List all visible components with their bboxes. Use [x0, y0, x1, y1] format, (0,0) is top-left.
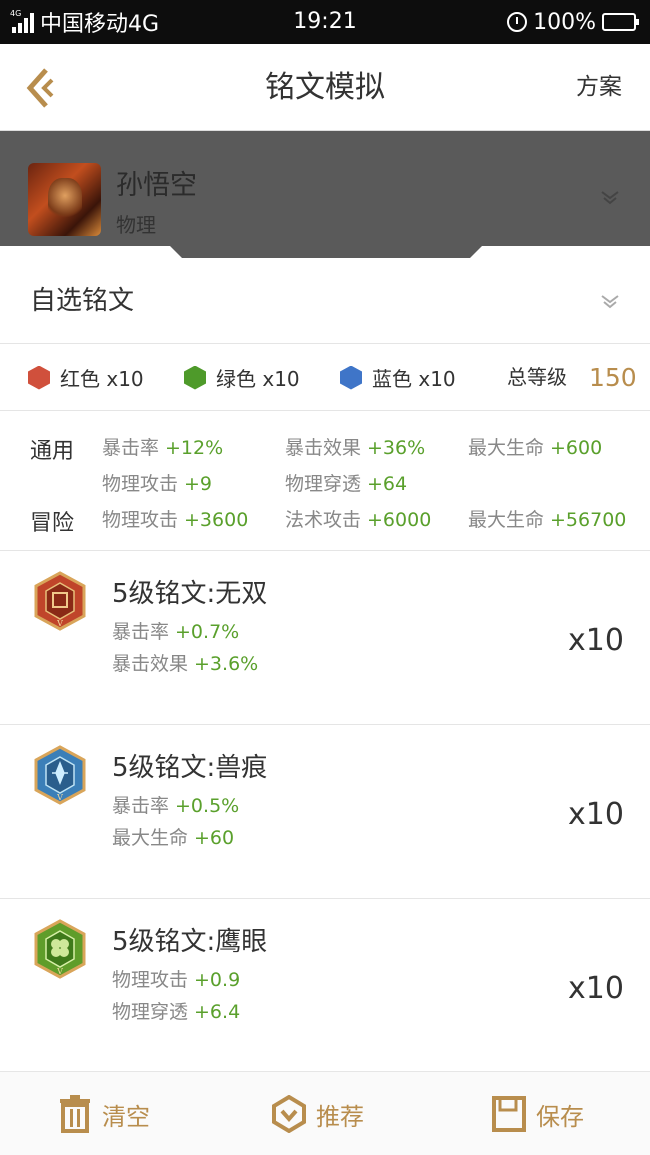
general-stat: 物理穿透 +64: [285, 473, 408, 495]
title-bar: 铭文模拟 方案: [0, 44, 650, 131]
blue-rune-icon: V: [34, 745, 86, 805]
chevron-down-icon: [601, 295, 619, 309]
rune-stat: 暴击率 +0.7%: [112, 621, 240, 643]
recommend-button[interactable]: 推荐: [272, 1072, 364, 1155]
adventure-stat: 法术攻击 +6000: [285, 509, 432, 531]
save-icon: [492, 1096, 526, 1132]
stats-summary: 通用 冒险 暴击率 +12% 暴击效果 +36% 最大生命 +600 物理攻击 +9 物…: [0, 411, 650, 551]
rune-stat: 物理攻击 +0.9: [112, 969, 241, 991]
clear-label: 清空: [102, 1102, 150, 1131]
red-hexagon-icon: [28, 365, 50, 390]
svg-text:V: V: [56, 793, 63, 802]
blue-count-label: 蓝色 x10: [372, 367, 456, 391]
adventure-stat: 物理攻击 +3600: [102, 509, 249, 531]
green-hexagon-icon: [184, 365, 206, 390]
clear-button[interactable]: 清空: [58, 1072, 150, 1155]
custom-rune-label: 自选铭文: [30, 286, 135, 316]
trash-icon: [60, 1095, 90, 1133]
custom-rune-row[interactable]: 自选铭文: [0, 258, 650, 344]
rune-title: 5级铭文:鹰眼: [112, 927, 268, 957]
alarm-icon: [507, 12, 528, 32]
battery-icon: [602, 13, 639, 31]
general-label: 通用: [30, 439, 75, 464]
svg-text:V: V: [56, 619, 63, 628]
rune-count: x10: [568, 623, 624, 658]
svg-text:V: V: [56, 967, 63, 976]
plan-button[interactable]: 方案: [576, 44, 622, 131]
rune-count: x10: [568, 971, 624, 1006]
recommend-label: 推荐: [316, 1102, 364, 1131]
hero-type: 物理: [116, 213, 156, 237]
rune-title: 5级铭文:无双: [112, 579, 268, 609]
general-stat: 暴击率 +12%: [102, 437, 224, 459]
battery-percent: 100%: [533, 9, 596, 35]
status-bar: 4G 中国移动4G 19:21 100%: [0, 0, 650, 44]
hero-name: 孙悟空: [116, 170, 197, 201]
green-count-label: 绿色 x10: [216, 367, 300, 391]
rune-card[interactable]: V 5级铭文:无双 暴击率 +0.7% 暴击效果 +3.6% x10: [0, 551, 650, 725]
red-rune-icon: V: [34, 571, 86, 631]
rune-card[interactable]: V 5级铭文:兽痕 暴击率 +0.5% 最大生命 +60 x10: [0, 725, 650, 899]
rune-stat: 物理穿透 +6.4: [112, 1001, 241, 1023]
color-summary: 红色 x10 绿色 x10 蓝色 x10 总等级 150: [0, 344, 650, 411]
general-stat: 暴击效果 +36%: [285, 437, 426, 459]
total-level-value: 150: [589, 363, 637, 392]
rune-title: 5级铭文:兽痕: [112, 753, 268, 783]
page-title: 铭文模拟: [265, 70, 385, 105]
adventure-stat: 最大生命 +56700: [468, 509, 627, 531]
hero-notch: [0, 246, 650, 258]
status-right: 100%: [507, 0, 639, 44]
save-label: 保存: [536, 1102, 584, 1131]
rune-stat: 最大生命 +60: [112, 827, 235, 849]
chevron-down-icon[interactable]: [600, 190, 620, 206]
rune-stat: 暴击效果 +3.6%: [112, 653, 259, 675]
red-count-label: 红色 x10: [60, 367, 144, 391]
general-stat: 物理攻击 +9: [102, 473, 213, 495]
bottom-toolbar: 清空 推荐 保存: [0, 1071, 650, 1155]
save-button[interactable]: 保存: [492, 1072, 584, 1155]
hero-avatar[interactable]: [28, 163, 101, 236]
green-rune-icon: V: [34, 919, 86, 979]
rune-stat: 暴击率 +0.5%: [112, 795, 240, 817]
rune-count: x10: [568, 797, 624, 832]
rune-card[interactable]: V 5级铭文:鹰眼 物理攻击 +0.9 物理穿透 +6.4 x10: [0, 899, 650, 1073]
red-count: 红色 x10: [28, 344, 144, 411]
recommend-icon: [272, 1095, 306, 1133]
blue-count: 蓝色 x10: [340, 344, 456, 411]
general-stat: 最大生命 +600: [468, 437, 603, 459]
green-count: 绿色 x10: [184, 344, 300, 411]
blue-hexagon-icon: [340, 365, 362, 390]
total-level-label: 总等级: [507, 365, 567, 389]
adventure-label: 冒险: [30, 511, 75, 536]
